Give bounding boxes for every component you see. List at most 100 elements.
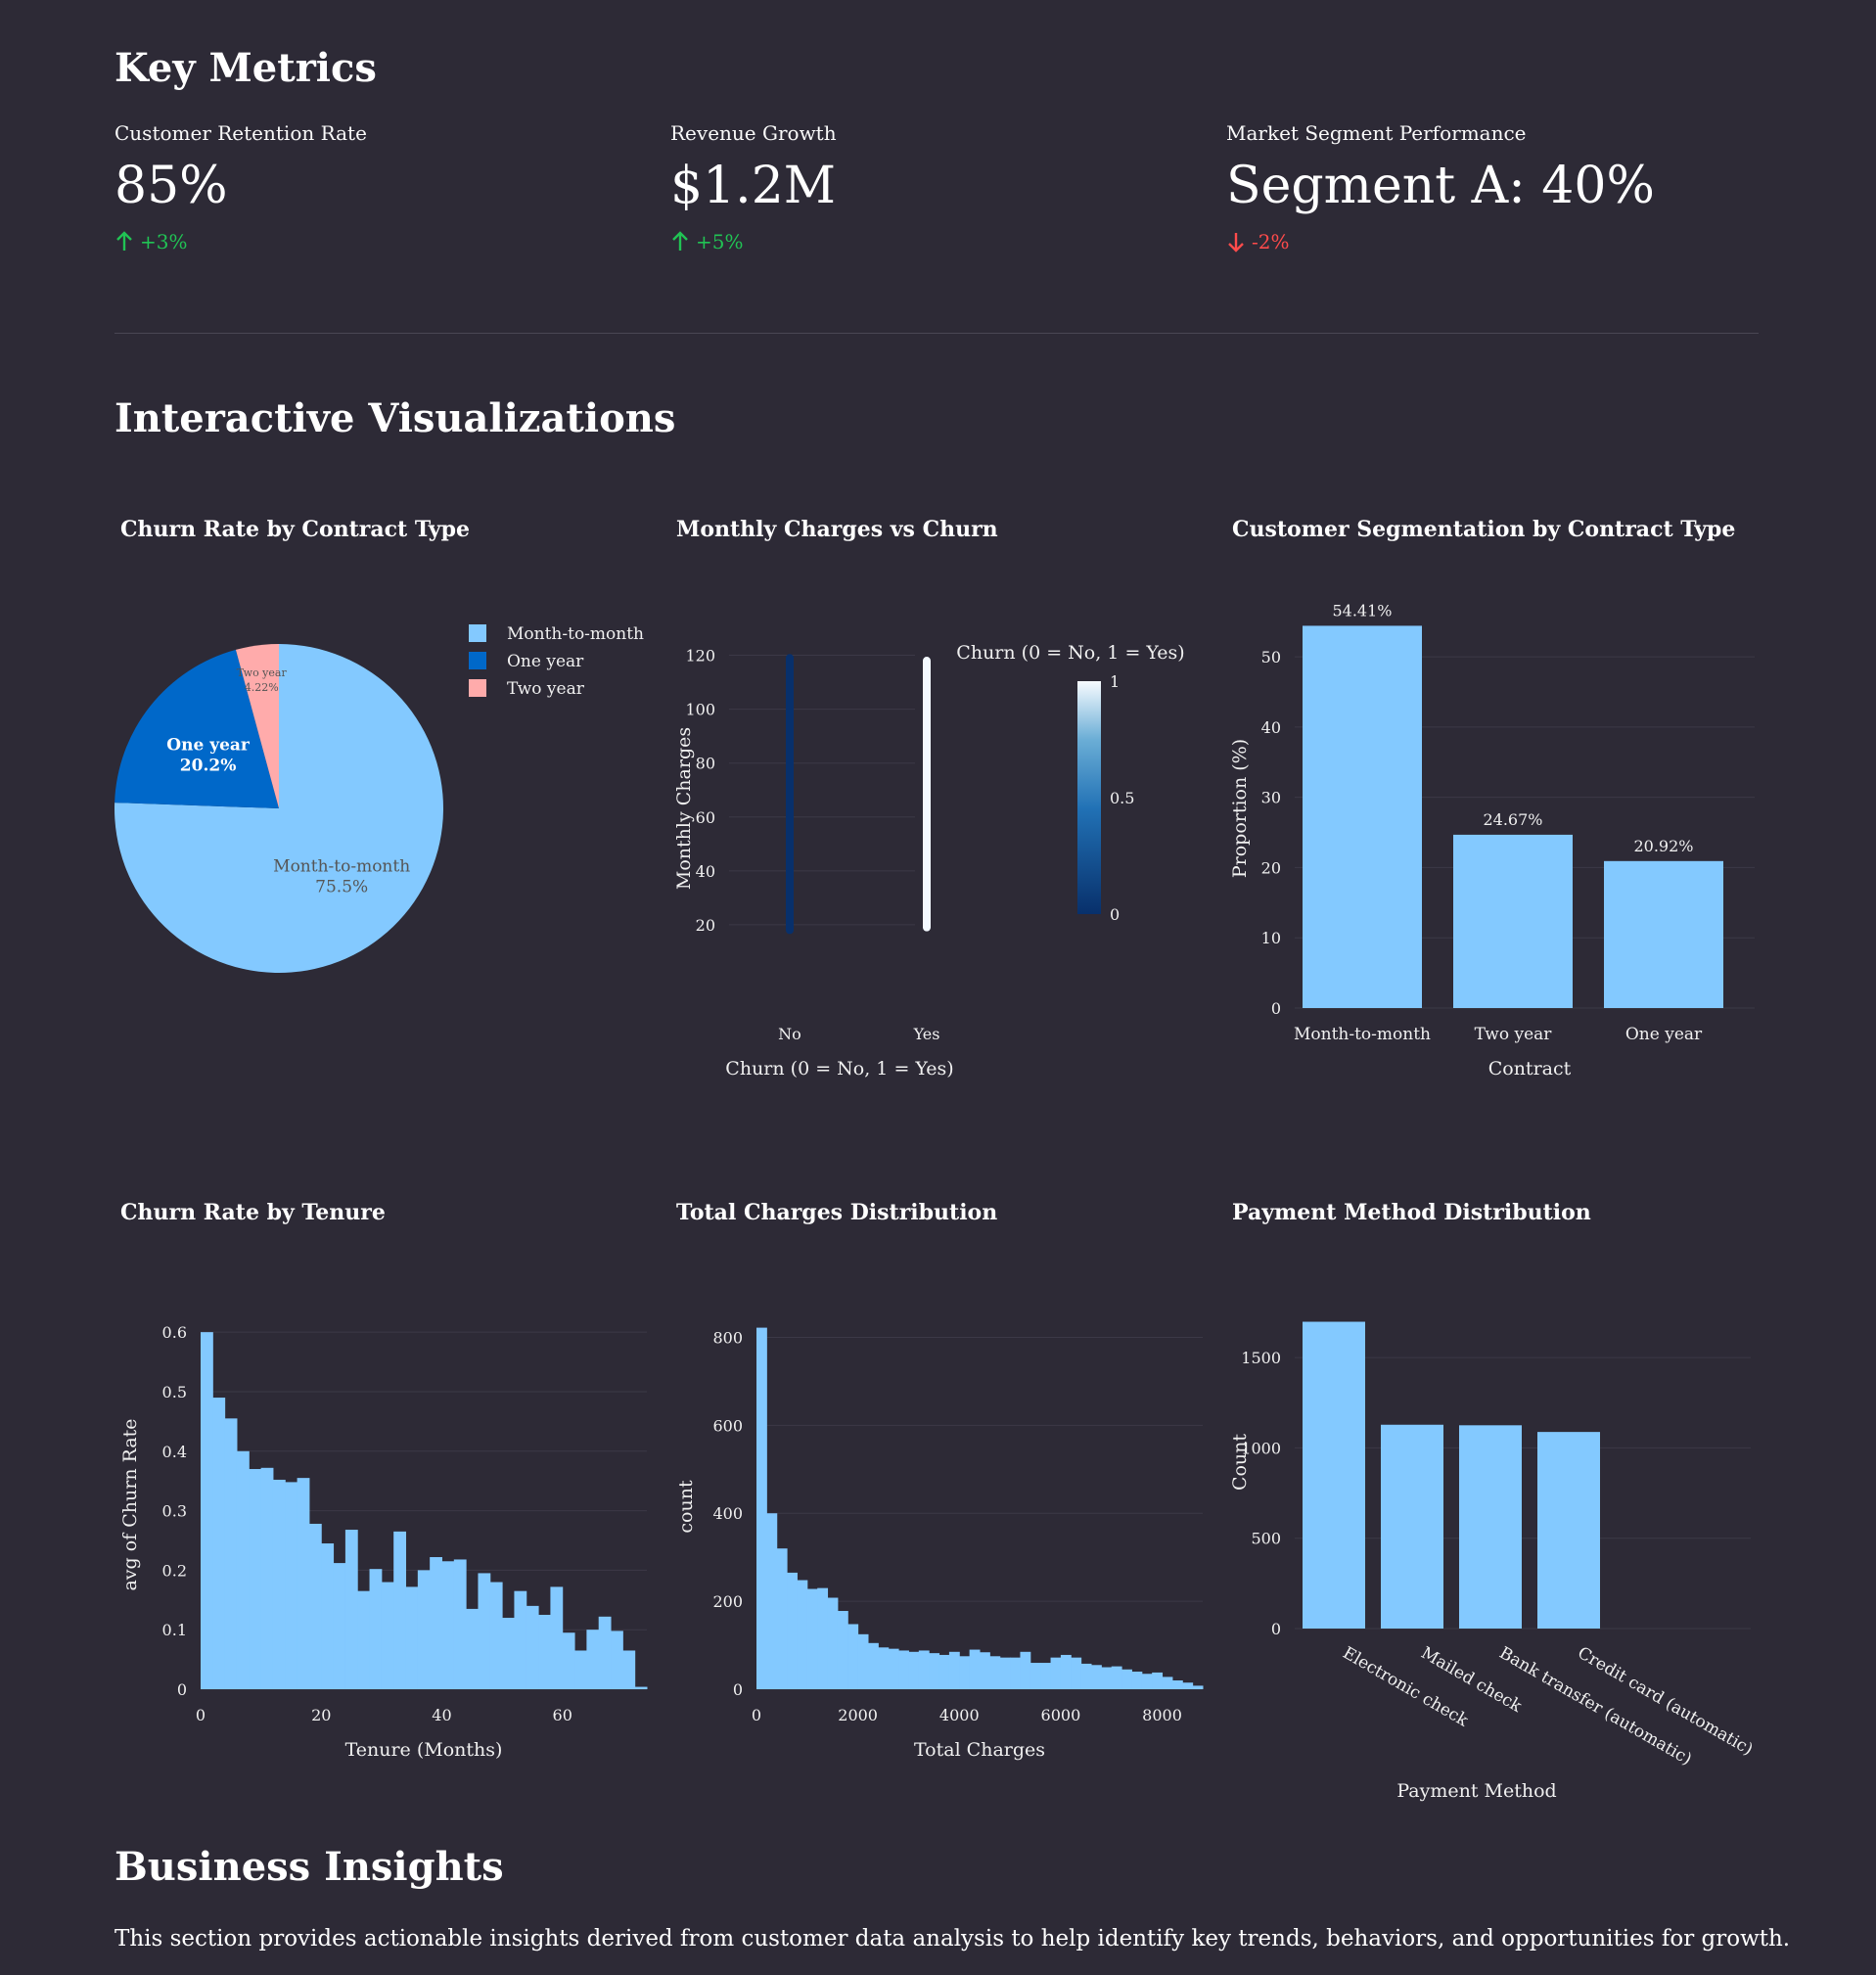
pie-slice-label: Month-to-month — [273, 856, 410, 876]
histogram-bar — [622, 1650, 636, 1689]
histogram-bar — [441, 1561, 455, 1689]
y-tick-label: 600 — [712, 1416, 743, 1435]
y-tick-label: 0 — [1271, 999, 1281, 1018]
pie-slice-value: 20.2% — [180, 757, 237, 776]
metric-label: Market Segment Performance — [1226, 121, 1527, 145]
bar — [1453, 834, 1573, 1008]
histogram-bar — [333, 1563, 346, 1689]
legend-swatch — [469, 652, 486, 669]
visualizations-heading: Interactive Visualizations — [114, 395, 676, 441]
x-tick-label: No — [778, 1025, 801, 1043]
colorbar-tick: 1 — [1110, 672, 1120, 691]
x-axis-label: Churn (0 = No, 1 = Yes) — [725, 1058, 953, 1079]
y-tick-label: 0.1 — [162, 1621, 187, 1639]
x-tick-label: 40 — [432, 1706, 451, 1724]
chart-title-tenure: Churn Rate by Tenure — [120, 1200, 386, 1225]
histogram-bar — [1040, 1663, 1052, 1689]
histogram-bar — [989, 1656, 1001, 1689]
chart-title-segmentation: Customer Segmentation by Contract Type — [1232, 517, 1736, 542]
histogram-bar — [868, 1642, 879, 1689]
legend-entry: One year — [507, 652, 584, 671]
metric-value: Segment A: 40% — [1226, 157, 1655, 215]
bar — [1459, 1425, 1522, 1629]
histogram-bar — [1010, 1657, 1021, 1689]
histogram-bar — [586, 1630, 600, 1689]
histogram-total-charges[interactable]: 02004006008000 2000 4000 6000 8000Total Char… — [670, 1272, 1218, 1791]
histogram-bar — [1162, 1676, 1173, 1689]
histogram-bar — [1101, 1667, 1113, 1689]
bar — [1604, 860, 1723, 1008]
insights-text: This section provides actionable insight… — [114, 1926, 1791, 1952]
histogram-tenure[interactable]: 0 0.1 0.2 0.3 0.4 0.5 0.6 0 20 40 60 Tenure (Months… — [114, 1272, 663, 1791]
pie-chart-contract[interactable]: Month-to-month75.5% One year 20.2% Two year… — [114, 587, 663, 998]
metric-delta-text: -2% — [1252, 230, 1290, 254]
bar-data-label: 20.92% — [1633, 837, 1693, 855]
y-tick-label: 500 — [1251, 1530, 1281, 1548]
histogram-bar — [297, 1478, 310, 1689]
histogram-bar — [201, 1332, 213, 1689]
bar-chart-segmentation[interactable]: 0 10 20 30 40 50 54.41% Month-to-month 24.67% Two… — [1226, 587, 1774, 1096]
histogram-bar — [550, 1586, 564, 1689]
y-tick-label: 80 — [696, 755, 715, 773]
y-tick-label: 20 — [1261, 858, 1281, 877]
histogram-bar — [514, 1590, 527, 1689]
histogram-bar — [285, 1482, 298, 1689]
histogram-bar — [1171, 1680, 1183, 1689]
y-tick-label: 0.5 — [162, 1383, 187, 1401]
metric-delta-text: +5% — [696, 230, 744, 254]
y-tick-label: 10 — [1261, 929, 1281, 947]
y-tick-label: 0 — [1271, 1620, 1281, 1638]
histogram-bar — [1182, 1682, 1194, 1689]
scatter-chart-monthly-charges[interactable]: 20 40 60 80 100 120 No Yes Churn (0 = No, 1 = Ye… — [670, 587, 1218, 1096]
histogram-bar — [321, 1543, 335, 1689]
y-tick-label: 0.4 — [162, 1443, 187, 1461]
histogram-bar — [272, 1479, 286, 1689]
y-tick-label: 0.3 — [162, 1502, 187, 1521]
y-tick-label: 40 — [1261, 718, 1281, 737]
x-axis-label: Total Charges — [914, 1739, 1045, 1761]
x-tick-label: Two year — [1475, 1025, 1553, 1044]
x-tick-label: 2000 — [838, 1706, 878, 1724]
metric-delta: +3% — [114, 230, 663, 253]
histogram-bar — [212, 1398, 226, 1689]
histogram-bar — [344, 1530, 358, 1689]
histogram-bar — [948, 1651, 960, 1689]
histogram-bar — [405, 1586, 419, 1689]
histogram-bar — [827, 1597, 839, 1689]
insights-heading: Business Insights — [114, 1844, 504, 1890]
histogram-bar — [466, 1608, 479, 1689]
y-tick-label: 120 — [685, 647, 715, 666]
x-tick-label: One year — [1625, 1025, 1703, 1044]
histogram-bar — [898, 1650, 909, 1689]
chart-title-payment: Payment Method Distribution — [1232, 1200, 1591, 1225]
histogram-bar — [538, 1614, 551, 1689]
histogram-bar — [756, 1327, 767, 1689]
bar-data-label: 54.41% — [1332, 601, 1392, 620]
x-axis-label: Contract — [1488, 1058, 1572, 1079]
arrow-down-icon — [1226, 231, 1246, 253]
y-axis-label: avg of Churn Rate — [119, 1418, 141, 1590]
histogram-bar — [999, 1657, 1011, 1689]
y-tick-label: 0 — [733, 1680, 743, 1699]
histogram-bar — [1071, 1657, 1082, 1689]
pie-slice-value: 75.5% — [315, 877, 368, 896]
y-tick-label: 100 — [685, 701, 715, 719]
metric-segment: Market Segment Performance Segment A: 40… — [1226, 121, 1774, 253]
metric-delta-text: +3% — [140, 230, 188, 254]
histogram-bar — [393, 1531, 407, 1689]
histogram-bar — [478, 1573, 491, 1689]
histogram-bar — [224, 1418, 238, 1689]
x-tick-label: 20 — [311, 1706, 331, 1724]
histogram-bar — [369, 1569, 383, 1689]
histogram-bar — [236, 1450, 250, 1689]
histogram-bar — [249, 1469, 262, 1689]
histogram-bar — [787, 1572, 798, 1689]
histogram-bar — [888, 1648, 899, 1689]
chart-title-contract-churn: Churn Rate by Contract Type — [120, 517, 470, 542]
colorbar-title: Churn (0 = No, 1 = Yes) — [956, 642, 1184, 664]
x-tick-label: Yes — [913, 1025, 940, 1043]
bar-chart-payment[interactable]: 050010001500Electronic checkMailed check… — [1226, 1272, 1774, 1820]
y-axis-label: Proportion (%) — [1229, 739, 1251, 878]
legend-entry: Two year — [507, 679, 585, 699]
y-axis-label: count — [675, 1480, 697, 1534]
